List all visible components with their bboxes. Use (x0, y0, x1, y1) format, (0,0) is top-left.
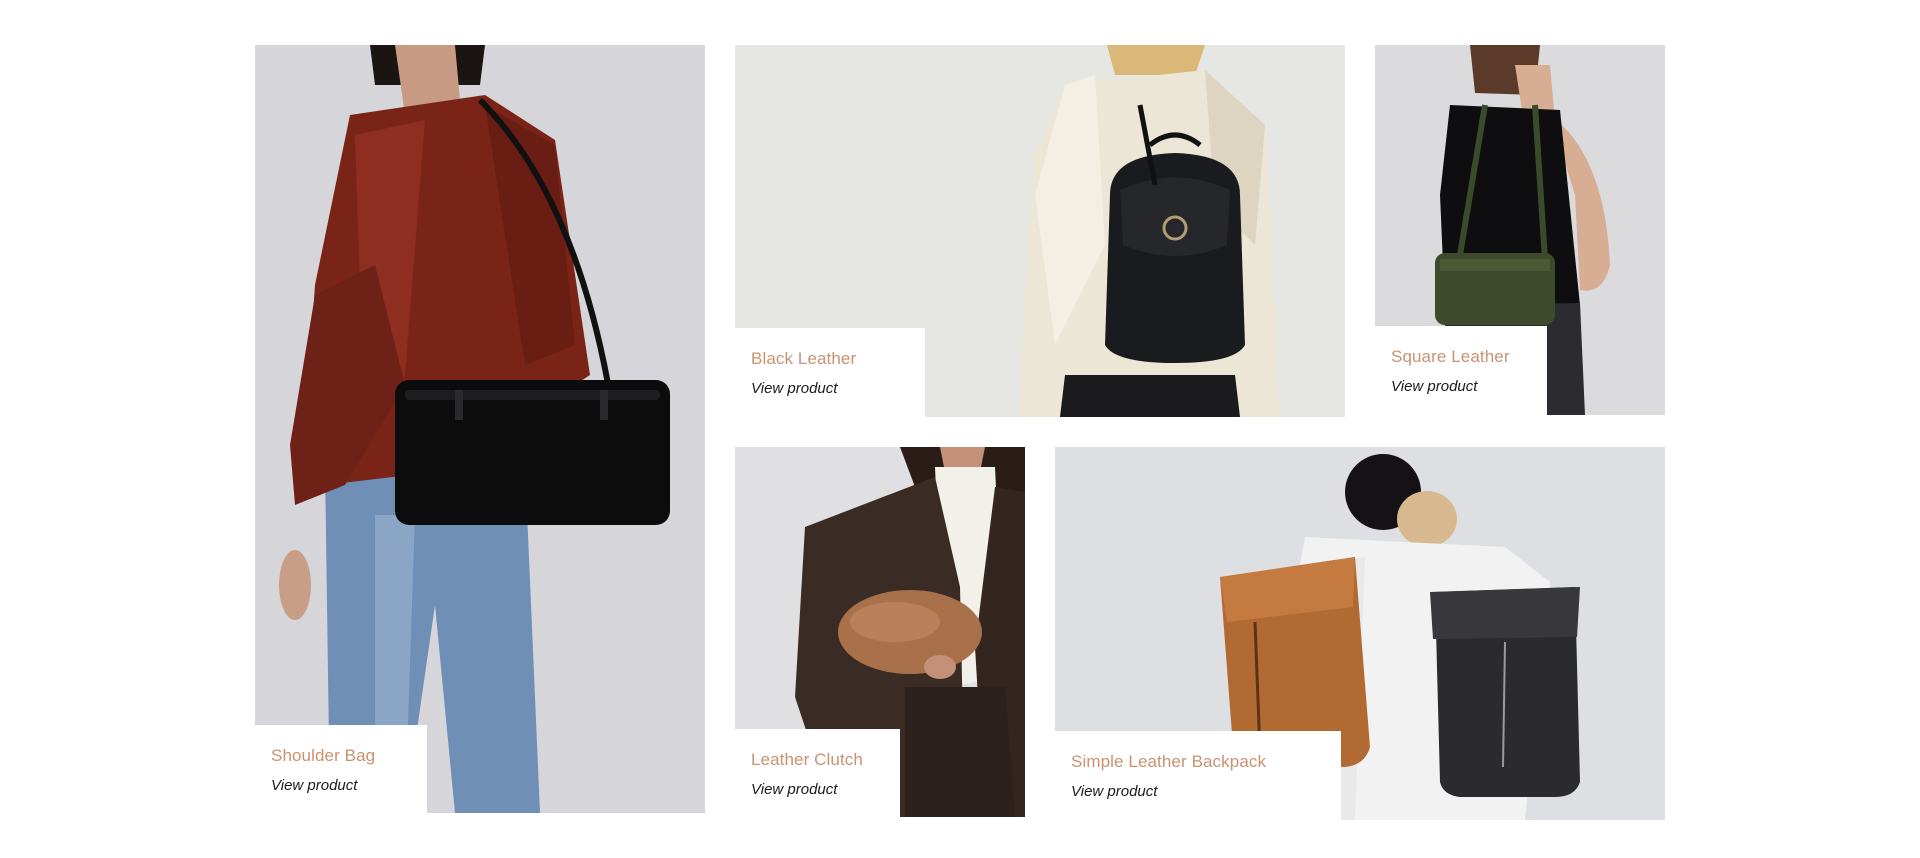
product-name[interactable]: Shoulder Bag (271, 745, 411, 767)
product-caption: Square Leather View product (1375, 326, 1547, 415)
product-card-leather-clutch[interactable]: Leather Clutch View product (735, 447, 1025, 817)
product-gallery: Shoulder Bag View product Black Leather … (0, 0, 1920, 858)
product-caption: Simple Leather Backpack View product (1055, 731, 1341, 820)
product-photo-shoulder-bag (255, 45, 705, 813)
view-product-link[interactable]: View product (1391, 377, 1531, 397)
view-product-link[interactable]: View product (751, 379, 909, 399)
view-product-link[interactable]: View product (1071, 782, 1325, 802)
product-caption: Black Leather View product (735, 328, 925, 417)
product-name[interactable]: Square Leather (1391, 346, 1531, 368)
view-product-link[interactable]: View product (751, 780, 884, 800)
product-caption: Leather Clutch View product (735, 729, 900, 817)
product-card-square-leather[interactable]: Square Leather View product (1375, 45, 1665, 415)
product-name[interactable]: Black Leather (751, 348, 909, 370)
product-card-shoulder-bag[interactable]: Shoulder Bag View product (255, 45, 705, 813)
model-with-shoulder-bag-illustration (255, 45, 705, 813)
product-caption: Shoulder Bag View product (255, 725, 427, 813)
product-name[interactable]: Leather Clutch (751, 749, 884, 771)
product-name[interactable]: Simple Leather Backpack (1071, 751, 1325, 773)
product-card-black-leather[interactable]: Black Leather View product (735, 45, 1345, 417)
view-product-link[interactable]: View product (271, 776, 411, 796)
product-card-simple-leather-backpack[interactable]: Simple Leather Backpack View product (1055, 447, 1665, 820)
